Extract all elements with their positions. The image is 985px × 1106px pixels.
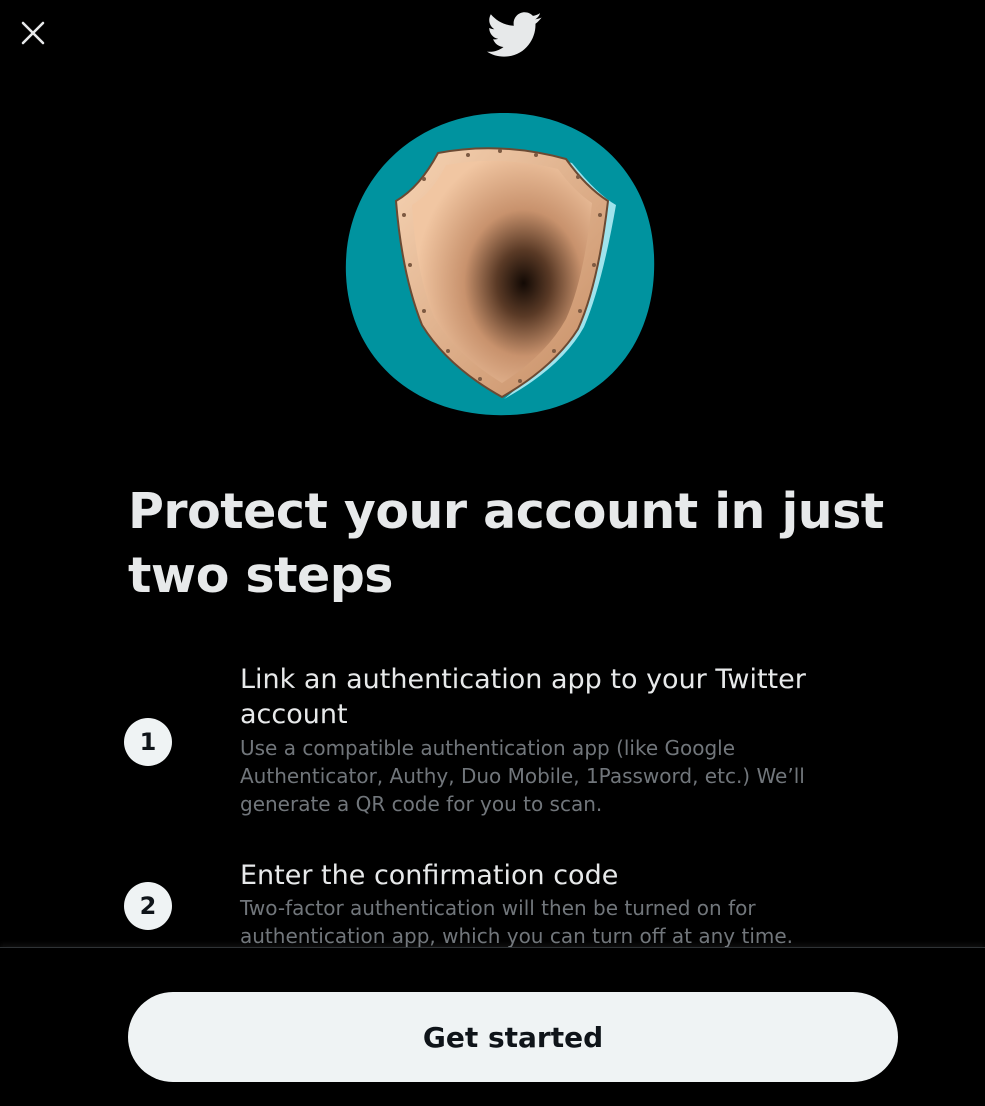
twitter-bird-icon bbox=[487, 12, 542, 57]
step-item: 1 Link an authentication app to your Twi… bbox=[124, 664, 844, 828]
step-number-badge: 1 bbox=[124, 718, 172, 766]
get-started-button[interactable]: Get started bbox=[128, 992, 898, 1082]
dialog-footer: Get started bbox=[0, 947, 985, 1106]
close-button[interactable] bbox=[14, 14, 52, 52]
step-description: Use a compatible authentication app (lik… bbox=[240, 736, 805, 816]
step-number-badge: 2 bbox=[124, 882, 172, 930]
step-item: 2 Enter the confirmation code Two-factor… bbox=[124, 860, 844, 947]
dialog-content[interactable]: Protect your account in just two steps 1… bbox=[0, 0, 985, 947]
step-title: Enter the confirmation code bbox=[240, 860, 619, 891]
step-title: Link an authentication app to your Twitt… bbox=[240, 664, 806, 730]
step-description: Two-factor authentication will then be t… bbox=[240, 896, 794, 947]
page-title: Protect your account in just two steps bbox=[128, 483, 884, 604]
two-factor-setup-dialog: Protect your account in just two steps 1… bbox=[0, 0, 985, 1106]
shield-illustration bbox=[345, 112, 655, 416]
close-icon bbox=[21, 21, 45, 45]
